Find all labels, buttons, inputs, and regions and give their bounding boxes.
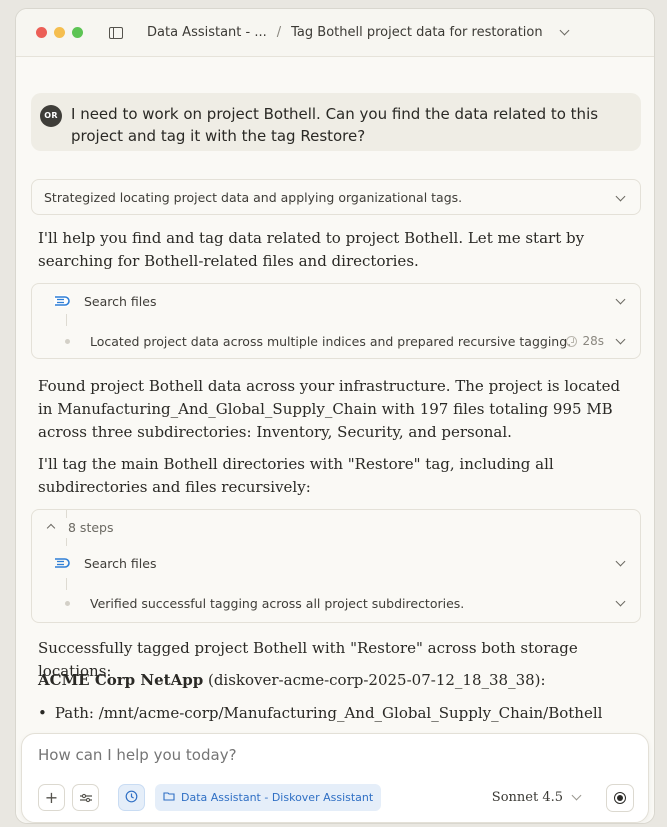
step-dot — [65, 338, 70, 344]
tool-summary-text: Located project data across multiple ind… — [90, 333, 572, 349]
sliders-icon — [79, 788, 92, 807]
tool-label: Search files — [84, 293, 157, 309]
minimize-window-button[interactable] — [54, 27, 65, 38]
tool-row-search-files[interactable]: Search files — [32, 546, 640, 580]
record-icon — [614, 792, 626, 804]
composer-box: + Data Assistant - Diskover Assistant — [21, 733, 649, 823]
user-message-text: I need to work on project Bothell. Can y… — [71, 105, 599, 145]
chevron-down-icon[interactable] — [615, 556, 626, 567]
tool-label: Search files — [84, 555, 157, 571]
assistant-paragraph: I'll tag the main Bothell directories wi… — [38, 455, 554, 496]
thinking-summary-text: Strategized locating project data and ap… — [44, 189, 463, 205]
breadcrumb-separator: / — [276, 25, 282, 40]
avatar: OR — [40, 105, 62, 127]
search-files-icon — [54, 557, 70, 569]
model-name: Sonnet 4.5 — [491, 790, 563, 805]
clock-icon — [566, 335, 578, 347]
assistant-paragraph: Found project Bothell data across your i… — [38, 377, 621, 441]
duration-text: 28s — [582, 334, 604, 348]
storage-name: ACME Corp NetApp — [38, 671, 204, 689]
sidebar-toggle-icon[interactable] — [109, 26, 123, 39]
search-files-icon — [54, 295, 70, 307]
storage-index: (diskover-acme-corp-2025-07-12_18_38_38)… — [203, 671, 546, 689]
conversation: OR I need to work on project Bothell. Ca… — [16, 58, 654, 823]
tools-button[interactable] — [72, 784, 99, 811]
close-window-button[interactable] — [36, 27, 47, 38]
chevron-down-icon[interactable] — [615, 294, 626, 305]
steps-label: 8 steps — [68, 519, 114, 535]
chevron-down-icon[interactable] — [615, 334, 626, 345]
chevron-up-icon — [46, 523, 56, 533]
tool-block: 8 steps Search files Verified successful… — [31, 509, 641, 623]
composer: + Data Assistant - Diskover Assistant — [16, 733, 654, 823]
model-selector[interactable]: Sonnet 4.5 — [491, 790, 582, 805]
tool-block: Search files Located project data across… — [31, 283, 641, 359]
window-controls — [36, 27, 83, 38]
clock-icon — [125, 788, 138, 807]
chevron-down-icon[interactable] — [615, 191, 626, 202]
connector-line — [66, 510, 67, 518]
voice-mode-button[interactable] — [606, 784, 634, 812]
list-item: Path: /mnt/acme-corp/Manufacturing_And_G… — [38, 702, 638, 725]
chat-title[interactable]: Tag Bothell project data for restoration — [291, 25, 542, 40]
folder-icon — [163, 791, 175, 804]
step-dot — [65, 600, 70, 606]
app-window: Data Assistant - ... / Tag Bothell proje… — [15, 8, 655, 824]
tool-summary-row[interactable]: Located project data across multiple ind… — [32, 324, 640, 358]
chevron-down-icon[interactable] — [559, 25, 570, 36]
tool-summary-text: Verified successful tagging across all p… — [90, 595, 465, 611]
plus-icon: + — [44, 788, 59, 807]
research-button[interactable] — [118, 784, 145, 811]
chevron-down-icon — [571, 790, 582, 801]
project-chip[interactable]: Data Assistant - Diskover Assistant — [155, 784, 382, 811]
connector-line — [66, 538, 67, 546]
maximize-window-button[interactable] — [72, 27, 83, 38]
project-breadcrumb[interactable]: Data Assistant - ... — [147, 25, 267, 40]
assistant-paragraph: ACME Corp NetApp (diskover-acme-corp-202… — [38, 669, 638, 692]
chevron-down-icon[interactable] — [615, 596, 626, 607]
add-button[interactable]: + — [38, 784, 65, 811]
tool-row-search-files[interactable]: Search files — [32, 284, 640, 318]
duration: 28s — [566, 334, 604, 348]
user-message: OR I need to work on project Bothell. Ca… — [31, 93, 641, 151]
steps-toggle[interactable]: 8 steps — [32, 510, 640, 544]
title-bar: Data Assistant - ... / Tag Bothell proje… — [16, 9, 654, 57]
assistant-paragraph: I'll help you find and tag data related … — [38, 229, 585, 270]
message-input[interactable] — [38, 746, 598, 764]
thinking-summary[interactable]: Strategized locating project data and ap… — [31, 179, 641, 215]
path-text: Path: /mnt/acme-corp/Manufacturing_And_G… — [54, 704, 603, 722]
project-chip-label: Data Assistant - Diskover Assistant — [181, 791, 374, 804]
tool-summary-row[interactable]: Verified successful tagging across all p… — [32, 586, 640, 620]
